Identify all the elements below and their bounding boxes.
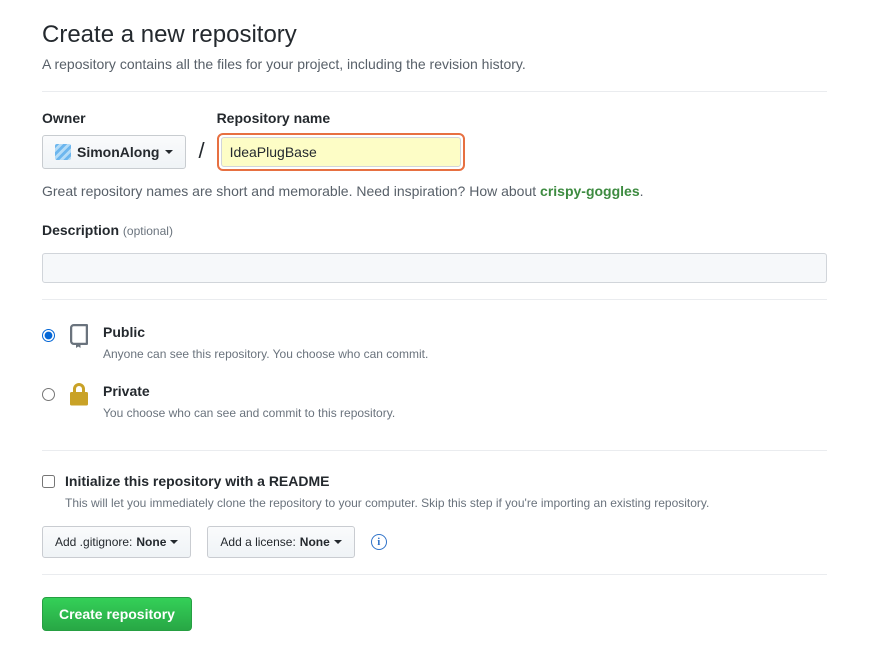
private-title: Private <box>103 383 150 399</box>
owner-select[interactable]: SimonAlong <box>42 135 186 169</box>
owner-label: Owner <box>42 108 186 129</box>
chevron-down-icon <box>334 540 342 544</box>
chevron-down-icon <box>165 150 173 154</box>
create-repository-button[interactable]: Create repository <box>42 597 192 631</box>
private-radio[interactable] <box>42 388 55 401</box>
description-label: Description (optional) <box>42 220 827 241</box>
repo-name-hint: Great repository names are short and mem… <box>42 181 827 202</box>
slash-separator: / <box>198 134 204 171</box>
divider <box>42 574 827 575</box>
divider <box>42 91 827 92</box>
repo-name-label: Repository name <box>217 108 465 129</box>
description-input[interactable] <box>42 253 827 283</box>
description-label-text: Description <box>42 222 119 238</box>
suggestion-link[interactable]: crispy-goggles <box>540 183 640 199</box>
lock-icon <box>67 381 91 413</box>
page-title: Create a new repository <box>42 20 827 50</box>
license-prefix: Add a license: <box>220 532 295 552</box>
repo-public-icon <box>67 322 91 354</box>
gitignore-select[interactable]: Add .gitignore: None <box>42 526 191 558</box>
page-subtitle: A repository contains all the files for … <box>42 54 827 75</box>
license-value: None <box>300 532 330 552</box>
public-radio[interactable] <box>42 329 55 342</box>
private-desc: You choose who can see and commit to thi… <box>103 404 395 422</box>
public-desc: Anyone can see this repository. You choo… <box>103 345 428 363</box>
divider <box>42 450 827 451</box>
public-title: Public <box>103 324 145 340</box>
avatar-icon <box>55 144 71 160</box>
repo-name-highlight <box>217 133 465 171</box>
repo-name-input[interactable] <box>221 137 461 167</box>
gitignore-prefix: Add .gitignore: <box>55 532 132 552</box>
init-readme-checkbox[interactable] <box>42 475 55 488</box>
description-optional: (optional) <box>123 224 173 238</box>
hint-suffix: . <box>640 183 644 199</box>
info-icon[interactable]: i <box>371 534 387 550</box>
divider <box>42 299 827 300</box>
chevron-down-icon <box>170 540 178 544</box>
init-readme-title: Initialize this repository with a README <box>65 473 329 489</box>
hint-text: Great repository names are short and mem… <box>42 183 540 199</box>
init-readme-desc: This will let you immediately clone the … <box>65 494 709 512</box>
gitignore-value: None <box>136 532 166 552</box>
license-select[interactable]: Add a license: None <box>207 526 354 558</box>
owner-name: SimonAlong <box>77 142 159 162</box>
